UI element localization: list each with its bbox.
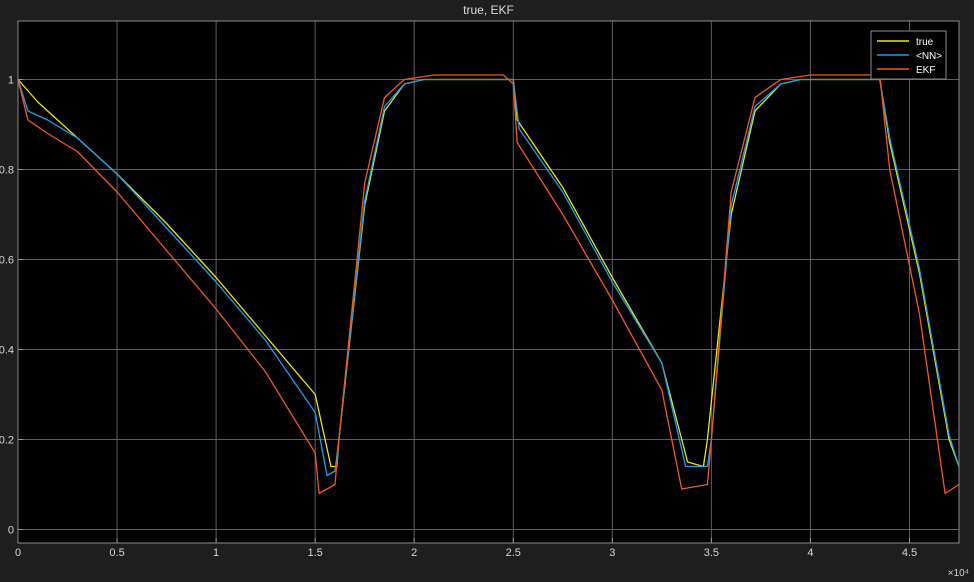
x-tick-label: 0.5	[109, 547, 124, 559]
y-tick-label: 1	[8, 75, 14, 87]
y-tick-label: 0.2	[0, 435, 14, 447]
chart-figure: true, EKF 0 0.5 1 1.5 2 2.5 3 3.5 4 4.5 0 0.2 0.4 0.6…	[0, 0, 974, 582]
legend[interactable]: true <NN> EKF	[870, 30, 947, 80]
x-tick-label: 4.5	[902, 547, 917, 559]
x-tick-label: 3	[609, 547, 615, 559]
y-tick-label: 0	[8, 525, 14, 537]
legend-entry-label: true	[916, 37, 934, 48]
x-tick-label: 4	[807, 547, 813, 559]
x-tick-label: 3.5	[704, 547, 719, 559]
x-tick-label: 2	[411, 547, 417, 559]
x-tick-label: 1	[213, 547, 219, 559]
legend-entry-label: EKF	[916, 65, 935, 76]
x-axis-exponent: ×10⁴	[948, 568, 969, 579]
x-tick-label: 0	[15, 547, 21, 559]
y-tick-label: 0.4	[0, 345, 14, 357]
x-tick-label: 2.5	[506, 547, 521, 559]
plot-area	[18, 21, 959, 543]
y-tick-label: 0.6	[0, 255, 14, 267]
y-tick-label: 0.8	[0, 165, 14, 177]
legend-entry-label: <NN>	[916, 51, 942, 62]
chart-title: true, EKF	[463, 3, 514, 17]
x-tick-label: 1.5	[308, 547, 323, 559]
